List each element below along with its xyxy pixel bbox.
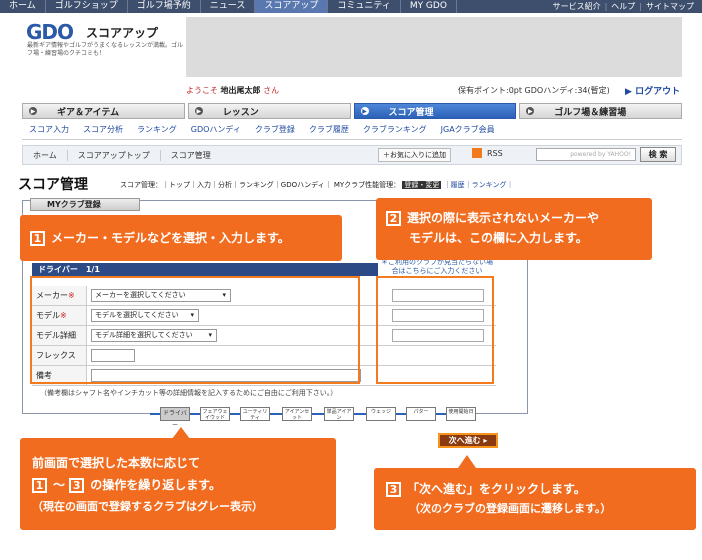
welcome-text: ようこそ 地出尾太郎 さん — [186, 85, 279, 96]
register-change-link[interactable]: 登録・変更 — [402, 181, 442, 189]
highlight-box-2 — [376, 276, 494, 384]
topnav-course[interactable]: ゴルフ場予約 — [128, 0, 201, 13]
callout-4: 3 「次へ進む」をクリックします。 （次のクラブの登録画面に遷移します。） — [374, 468, 696, 530]
logout-label: ログアウト — [635, 87, 681, 97]
subnav-club-history[interactable]: クラブ履歴 — [302, 124, 356, 135]
step-putter: パター — [406, 407, 436, 421]
ad-banner — [186, 17, 682, 77]
step-single-iron: 単品アイアン — [324, 407, 354, 421]
subnav-score-input[interactable]: スコア入力 — [22, 124, 76, 135]
step-utility: ユーティリティ — [240, 407, 270, 421]
myclub-label: MYクラブ性能管理： — [333, 181, 401, 189]
callout-3-line2: の操作を繰り返します。 — [90, 478, 222, 492]
arrow-icon: ▶ — [526, 107, 535, 115]
step-number-2: 2 — [386, 211, 401, 226]
step-driver: ドライバー — [160, 407, 190, 429]
callout-1: 1 メーカー・モデルなどを選択・入力します。 — [20, 215, 342, 261]
tagline: 最新ギア情報やゴルフがうまくなるレッスンが満載。ゴルフ場・練習場のクチコミも！ — [27, 42, 184, 57]
callout-2: 2 選択の際に表示されないメーカーや モデルは、この欄に入力します。 — [376, 198, 652, 260]
tab-label: ギア＆アイテム — [57, 107, 120, 118]
help-link[interactable]: ヘルプ — [607, 1, 639, 12]
next-button[interactable]: 次へ進む ▸ — [438, 433, 498, 448]
callout-2-line2: モデルは、この欄に入力します。 — [409, 231, 588, 245]
search-input[interactable]: powered by YAHOO! — [536, 148, 636, 161]
logo-subtitle: スコアアップ — [86, 26, 159, 40]
callout-3-pointer — [172, 427, 190, 439]
subnav-club-ranking[interactable]: クラブランキング — [356, 124, 434, 135]
search-button[interactable]: 検 索 — [640, 147, 676, 162]
logout-link[interactable]: ▶ ログアウト — [625, 84, 680, 97]
subnav-ranking[interactable]: ランキング — [130, 124, 184, 135]
club-links[interactable]: ｜履歴｜ランキング｜ — [444, 181, 514, 189]
tab-lesson[interactable]: ▶ レッスン — [187, 103, 351, 119]
gdo-logo[interactable]: GDO — [26, 20, 74, 44]
step-number-1b: 1 — [32, 478, 47, 493]
topnav-home[interactable]: ホーム — [0, 0, 46, 13]
topnav-scoreup[interactable]: スコアアップ — [255, 0, 329, 13]
crumb-current: スコア管理 — [170, 150, 211, 160]
step-fairway: フェアウェイウッド — [200, 407, 230, 421]
topnav-community[interactable]: コミュニティ — [328, 0, 401, 13]
callout-2-line1: 選択の際に表示されないメーカーや — [407, 211, 600, 225]
highlight-box-1 — [30, 276, 360, 384]
arrow-icon: ▶ — [360, 107, 369, 115]
favorite-label: お気に入りに追加 — [390, 151, 446, 159]
step-number-1: 1 — [30, 231, 45, 246]
welcome-prefix: ようこそ — [186, 86, 218, 95]
callout-4-line2: （次のクラブの登録画面に遷移します。） — [409, 502, 612, 515]
points-info: 保有ポイント:0pt GDOハンディ:34(暫定) — [458, 86, 610, 95]
crumb-scoreup[interactable]: スコアアップトップ — [68, 149, 161, 161]
tab-label: ゴルフ場＆練習場 — [554, 107, 627, 118]
user-name: 地出尾太郎 — [220, 86, 261, 95]
arrow-icon: ▶ — [29, 107, 37, 115]
subnav-jga[interactable]: JGAクラブ会員 — [434, 124, 502, 135]
subnav-score-analysis[interactable]: スコア分析 — [76, 124, 130, 135]
subnav-club-register[interactable]: クラブ登録 — [248, 124, 302, 135]
remark-note: （備考欄はシャフト名やインチカット等の詳細情報を記入するためにご自由にご利用下さ… — [40, 389, 338, 397]
step-number-3: 3 — [386, 482, 401, 497]
callout-4-line1: 「次へ進む」をクリックします。 — [407, 482, 586, 496]
score-links[interactable]: スコア管理：｜トップ｜入力｜分析｜ランキング｜GDOハンディ｜ — [120, 181, 332, 189]
welcome-suffix: さん — [263, 86, 280, 95]
arrow-icon: ▶ — [194, 107, 203, 115]
tab-gear[interactable]: ▶ ギア＆アイテム — [22, 103, 185, 119]
service-link[interactable]: サービス紹介 — [549, 1, 605, 12]
section-header: ドライバー 1/1 — [32, 263, 378, 276]
callout-3-line3: （現在の画面で登録するクラブはグレー表示） — [32, 500, 263, 513]
rss-link[interactable]: RSS — [472, 148, 503, 158]
callout-3: 前画面で選択した本数に応じて 1 ～ 3 の操作を繰り返します。 （現在の画面で登録… — [20, 438, 336, 530]
rss-icon — [472, 148, 482, 158]
step-wedge: ウェッジ — [366, 407, 396, 421]
callout-3-line1: 前画面で選択した本数に応じて — [32, 456, 201, 470]
topnav-news[interactable]: ニュース — [201, 0, 256, 13]
page-title: スコア管理 — [18, 177, 88, 193]
callout-1-text: メーカー・モデルなどを選択・入力します。 — [51, 231, 290, 245]
title-links: スコア管理：｜トップ｜入力｜分析｜ランキング｜GDOハンディ｜ MYクラブ性能管… — [120, 180, 513, 190]
tab-course[interactable]: ▶ ゴルフ場＆練習場 — [519, 103, 682, 119]
step-start-date: 使用開始日 — [446, 407, 476, 421]
tilde: ～ — [53, 478, 66, 492]
topnav-shop[interactable]: ゴルフショップ — [46, 0, 128, 13]
rss-label: RSS — [487, 148, 503, 158]
tab-score[interactable]: ▶ スコア管理 — [353, 103, 517, 119]
tab-label: レッスン — [222, 107, 259, 118]
callout-4-pointer — [458, 455, 476, 468]
sitemap-link[interactable]: サイトマップ — [642, 1, 698, 12]
top-right-links: サービス紹介 | ヘルプ | サイトマップ — [549, 0, 698, 13]
tab-label: スコア管理 — [388, 107, 434, 118]
favorite-button[interactable]: ＋ お気に入りに追加 — [378, 148, 451, 162]
main-tabs: ▶ ギア＆アイテム ▶ レッスン ▶ スコア管理 ▶ ゴルフ場＆練習場 — [22, 103, 682, 119]
subnav-handicap[interactable]: GDOハンディ — [184, 124, 248, 135]
club-steps: ドライバー フェアウェイウッド ユーティリティ アイアンセット 単品アイアン ウ… — [150, 406, 490, 429]
step-number-3b: 3 — [69, 478, 85, 493]
form-tab: MYクラブ登録 — [30, 198, 140, 211]
step-iron-set: アイアンセット — [282, 407, 312, 421]
crumb-home[interactable]: ホーム — [23, 149, 68, 161]
sub-nav: スコア入力 スコア分析 ランキング GDOハンディ クラブ登録 クラブ履歴 クラ… — [22, 120, 682, 140]
topnav-mygdo[interactable]: MY GDO — [401, 0, 457, 13]
